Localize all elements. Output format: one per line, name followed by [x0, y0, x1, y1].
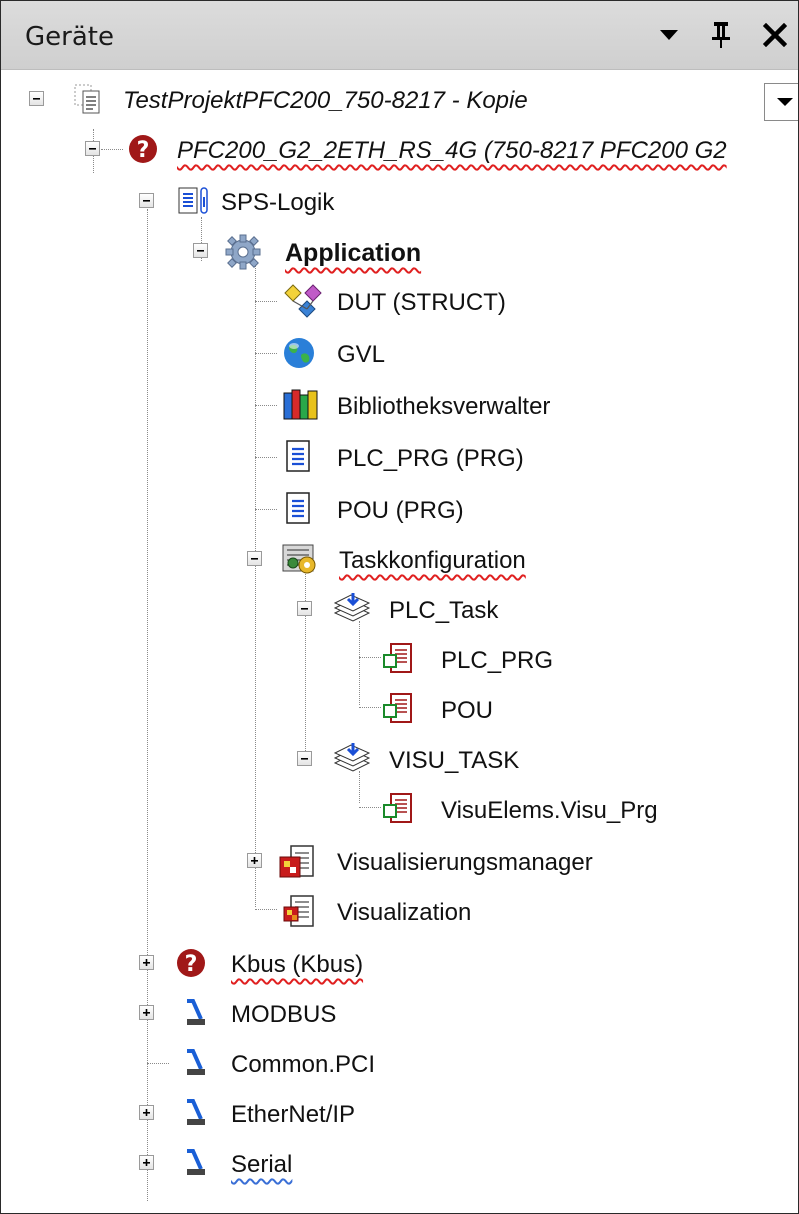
plc-prg-label: PLC_PRG (PRG)	[337, 445, 524, 472]
tree-node-serial[interactable]: Serial	[1, 1145, 798, 1189]
tree-node-visu-manager[interactable]: Visualisierungsmanager	[1, 843, 798, 887]
tree-node-kbus[interactable]: ? Kbus (Kbus)	[1, 945, 798, 989]
application-label: Application	[285, 239, 422, 267]
project-dropdown[interactable]	[764, 83, 798, 121]
visu-prg-label: VisuElems.Visu_Prg	[441, 797, 658, 824]
expand-toggle[interactable]	[139, 1155, 154, 1170]
task-config-icon	[279, 541, 321, 581]
tree-node-application[interactable]: Application	[1, 233, 798, 277]
tree-line	[101, 149, 123, 150]
books-icon	[281, 387, 321, 427]
visu-task-label: VISU_TASK	[389, 747, 520, 774]
fieldbus-icon	[179, 1047, 211, 1083]
visualization-icon	[281, 893, 319, 935]
program-call-icon	[381, 691, 417, 731]
task-configuration-label: Taskkonfiguration	[339, 547, 526, 574]
tree-node-common-pci[interactable]: Common.PCI	[1, 1045, 798, 1089]
tree-node-visu-prg[interactable]: VisuElems.Visu_Prg	[1, 791, 798, 835]
collapse-toggle[interactable]	[297, 751, 312, 766]
fieldbus-icon	[179, 997, 211, 1033]
project-icon	[73, 83, 103, 119]
plc-task-label: PLC_Task	[389, 597, 499, 624]
tree-node-visualization[interactable]: Visualization	[1, 893, 798, 937]
expand-toggle[interactable]	[139, 1105, 154, 1120]
visu-manager-icon	[277, 843, 319, 885]
library-manager-label: Bibliotheksverwalter	[337, 393, 551, 420]
expand-toggle[interactable]	[139, 1005, 154, 1020]
tree-node-dut[interactable]: DUT (STRUCT)	[1, 283, 798, 327]
svg-text:?: ?	[185, 952, 198, 977]
ethernet-ip-label: EtherNet/IP	[231, 1101, 356, 1128]
tree-node-visu-task[interactable]: VISU_TASK	[1, 741, 798, 785]
kbus-label: Kbus (Kbus)	[231, 951, 364, 978]
tree-node-plc-task[interactable]: PLC_Task	[1, 591, 798, 635]
svg-text:?: ?	[137, 138, 150, 163]
plc-logic-label: SPS-Logik	[221, 189, 335, 216]
tree-node-library-manager[interactable]: Bibliotheksverwalter	[1, 387, 798, 431]
gvl-label: GVL	[337, 341, 386, 368]
plc-logic-icon	[177, 185, 213, 221]
visu-manager-label: Visualisierungsmanager	[337, 849, 593, 876]
collapse-toggle[interactable]	[247, 551, 262, 566]
collapse-toggle[interactable]	[29, 91, 44, 106]
tree-node-pou[interactable]: POU (PRG)	[1, 491, 798, 535]
collapse-toggle[interactable]	[193, 243, 208, 258]
panel-titlebar: Geräte	[1, 1, 798, 70]
document-icon	[283, 491, 315, 531]
tree-node-plc-logic[interactable]: SPS-Logik	[1, 183, 798, 227]
tree-node-task-configuration[interactable]: Taskkonfiguration	[1, 541, 798, 585]
devices-panel: Geräte TestProjektPFC200_750-8217 - Kopi…	[0, 0, 799, 1214]
tree-node-device[interactable]: ? PFC200_G2_2ETH_RS_4G (750-8217 PFC200 …	[1, 131, 798, 175]
plc-task-plc-prg-label: PLC_PRG	[441, 647, 554, 674]
collapse-toggle[interactable]	[85, 141, 100, 156]
tree-node-project[interactable]: TestProjektPFC200_750-8217 - Kopie	[1, 81, 798, 125]
visualization-label: Visualization	[337, 899, 472, 926]
document-icon	[283, 439, 315, 479]
program-call-icon	[381, 791, 417, 831]
error-question-icon: ?	[175, 947, 207, 983]
serial-label: Serial	[231, 1151, 293, 1178]
panel-title: Geräte	[25, 22, 114, 52]
tree-node-plc-prg[interactable]: PLC_PRG (PRG)	[1, 439, 798, 483]
gear-icon	[223, 233, 263, 275]
task-icon	[331, 741, 373, 781]
collapse-toggle[interactable]	[139, 193, 154, 208]
modbus-label: MODBUS	[231, 1001, 337, 1028]
chevron-down-icon[interactable]	[651, 15, 687, 55]
project-label: TestProjektPFC200_750-8217 - Kopie	[123, 87, 528, 114]
device-label: PFC200_G2_2ETH_RS_4G (750-8217 PFC200 G2	[177, 137, 727, 164]
expand-toggle[interactable]	[139, 955, 154, 970]
pin-icon[interactable]	[701, 15, 741, 55]
dut-icon	[279, 283, 323, 323]
collapse-toggle[interactable]	[297, 601, 312, 616]
tree-node-gvl[interactable]: GVL	[1, 335, 798, 379]
tree-node-ethernet-ip[interactable]: EtherNet/IP	[1, 1095, 798, 1139]
globe-icon	[281, 335, 317, 375]
expand-toggle[interactable]	[247, 853, 262, 868]
tree-node-plc-task-pou[interactable]: POU	[1, 691, 798, 735]
pou-label: POU (PRG)	[337, 497, 464, 524]
fieldbus-icon	[179, 1147, 211, 1183]
close-icon[interactable]	[755, 15, 795, 55]
common-pci-label: Common.PCI	[231, 1051, 376, 1078]
task-icon	[331, 591, 373, 631]
plc-task-pou-label: POU	[441, 697, 494, 724]
program-call-icon	[381, 641, 417, 681]
device-tree[interactable]: TestProjektPFC200_750-8217 - Kopie ? PFC…	[1, 69, 798, 1213]
tree-node-plc-task-plc-prg[interactable]: PLC_PRG	[1, 641, 798, 685]
dut-label: DUT (STRUCT)	[337, 289, 506, 316]
error-question-icon: ?	[127, 133, 159, 169]
tree-node-modbus[interactable]: MODBUS	[1, 995, 798, 1039]
fieldbus-icon	[179, 1097, 211, 1133]
